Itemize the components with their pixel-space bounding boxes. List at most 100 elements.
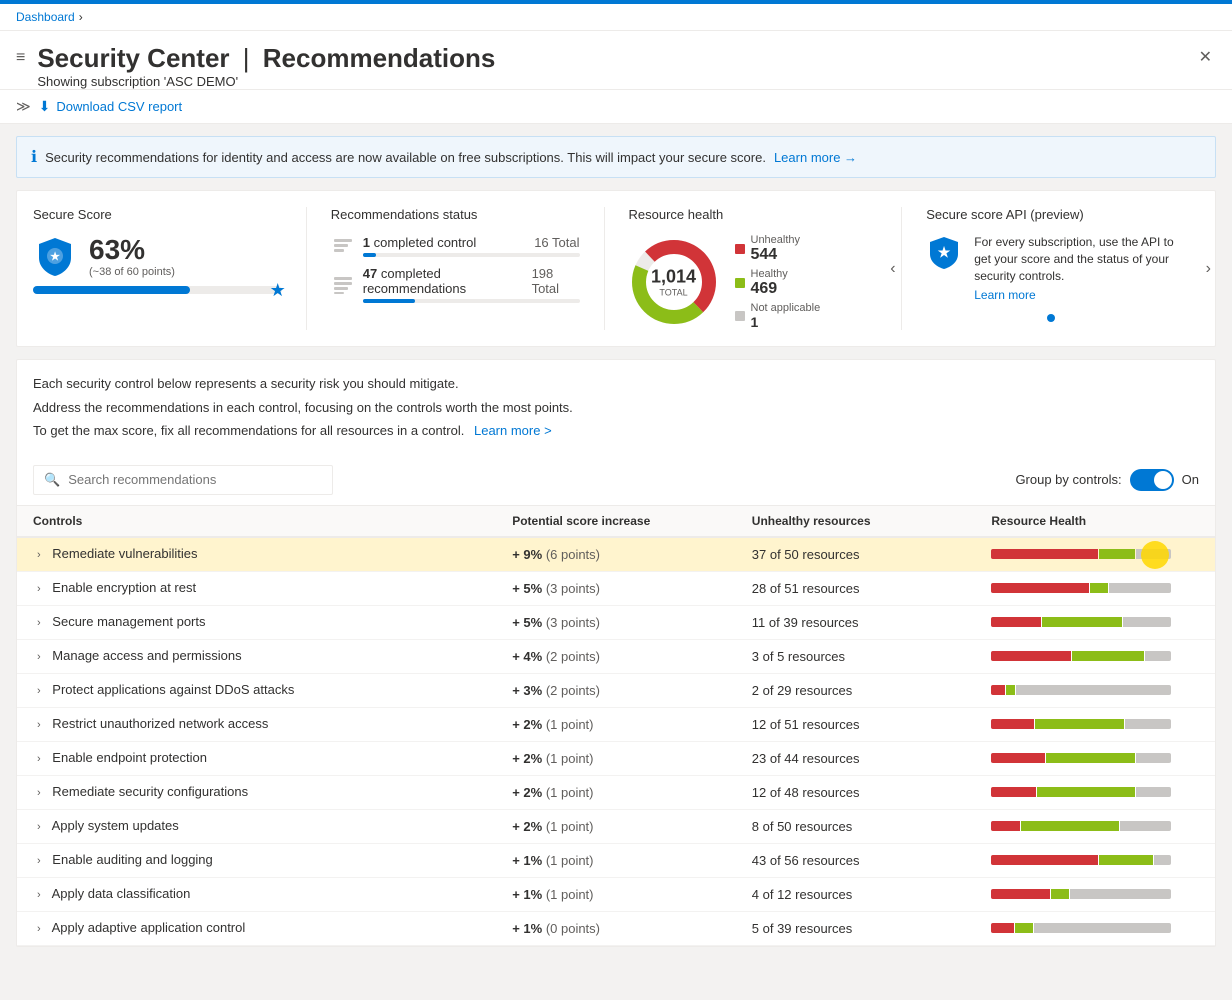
bar-gray-segment [1016,685,1171,695]
health-bar-cell [975,605,1215,639]
control-name-cell: › Enable endpoint protection [17,741,496,775]
healthy-dot [735,278,745,288]
unhealthy-resources: 4 of 12 resources [752,887,852,902]
unhealthy-dot [735,244,745,254]
cursor-indicator [1141,541,1169,569]
score-increase: + 1% [512,921,542,936]
header-menu-icon: ≡ [16,49,25,67]
metrics-section: Secure Score ★ 63% (~38 of 60 points) ★ [16,190,1216,347]
bar-gray-segment [1154,855,1172,865]
bar-red-segment [991,889,1049,899]
health-bar-cell [975,843,1215,877]
bar-green-segment [1042,617,1122,627]
bar-green-segment [1051,889,1069,899]
healthy-legend: Healthy 469 [735,268,821,298]
expand-button[interactable]: › [33,649,45,665]
unhealthy-resources: 3 of 5 resources [752,649,845,664]
control-name: Restrict unauthorized network access [52,716,268,731]
bar-red-segment [991,617,1040,627]
health-bar-cell [975,911,1215,945]
unhealthy-legend: Unhealthy 544 [735,234,821,264]
table-learn-more-link[interactable]: Learn more > [474,423,552,438]
bar-green-segment [1099,855,1152,865]
controls-progress-bar [363,253,580,257]
health-bar [991,821,1171,831]
breadcrumb: Dashboard › [0,4,1232,31]
score-cell: + 5% (3 points) [496,605,736,639]
bar-gray-segment [1125,719,1171,729]
expand-button[interactable]: › [33,921,45,937]
group-by-toggle[interactable] [1130,469,1174,491]
health-bar-wrapper [991,617,1171,627]
progress-bg [33,286,282,294]
unhealthy-count: 544 [751,246,801,264]
info-banner: ℹ Security recommendations for identity … [16,136,1216,178]
score-cell: + 2% (1 point) [496,809,736,843]
health-bar-cell [975,741,1215,775]
control-name: Apply data classification [52,886,191,901]
api-learn-more-link[interactable]: Learn more [974,288,1175,302]
controls-count: 1 completed control [363,235,476,250]
score-cell: + 1% (1 point) [496,877,736,911]
health-bar-wrapper [991,889,1171,899]
score-cell: + 2% (1 point) [496,707,736,741]
desc3-text: To get the max score, fix all recommenda… [33,423,464,438]
unhealthy-resources: 23 of 44 resources [752,751,860,766]
nav-arrows[interactable]: ≫ [16,98,31,115]
health-bar-wrapper [991,685,1171,695]
score-increase: + 2% [512,785,542,800]
secure-score-content: ★ 63% (~38 of 60 points) [33,234,282,278]
expand-button[interactable]: › [33,785,45,801]
close-button[interactable]: ✕ [1195,43,1216,71]
expand-button[interactable]: › [33,581,45,597]
bar-green-segment [1090,583,1108,593]
search-box[interactable]: 🔍 [33,465,333,495]
breadcrumb-dashboard[interactable]: Dashboard [16,10,75,24]
score-cell: + 1% (1 point) [496,843,736,877]
recs-icon [331,273,355,297]
score-increase: + 4% [512,649,542,664]
health-legend: Unhealthy 544 Healthy 469 [735,234,821,330]
expand-button[interactable]: › [33,683,45,699]
rec-status-title: Recommendations status [331,207,580,222]
table-row: › Apply adaptive application control + 1… [17,911,1215,945]
expand-button[interactable]: › [33,547,45,563]
bar-red-segment [991,583,1089,593]
group-by-label: Group by controls: [1015,472,1121,487]
score-points: (1 point) [546,819,594,834]
carousel-prev-button[interactable]: ‹ [886,256,899,282]
expand-button[interactable]: › [33,819,45,835]
health-bar [991,583,1171,593]
expand-button[interactable]: › [33,717,45,733]
bar-green-segment [1046,753,1135,763]
desc1: Each security control below represents a… [33,374,1199,394]
recs-progress-bar [363,299,580,303]
bar-green-segment [1037,787,1135,797]
bar-green-segment [1021,821,1119,831]
unhealthy-resources: 12 of 48 resources [752,785,860,800]
health-bar-wrapper [991,549,1171,559]
unhealthy-cell: 2 of 29 resources [736,673,976,707]
carousel-next-button[interactable]: › [1202,256,1215,282]
health-bar [991,923,1171,933]
download-csv-button[interactable]: ⬇ Download CSV report [39,98,182,115]
healthy-count: 469 [751,280,788,298]
expand-button[interactable]: › [33,615,45,631]
score-increase: + 1% [512,853,542,868]
table-body: › Remediate vulnerabilities + 9% (6 poin… [17,537,1215,946]
score-points: (3 points) [546,615,600,630]
expand-button[interactable]: › [33,853,45,869]
search-icon: 🔍 [44,472,60,488]
score-points: (2 points) [546,683,600,698]
health-bar [991,889,1171,899]
bar-gray-segment [1070,889,1172,899]
control-name-cell: › Apply system updates [17,809,496,843]
expand-button[interactable]: › [33,751,45,767]
bar-gray-segment [1136,753,1172,763]
health-bar-wrapper [991,821,1171,831]
expand-button[interactable]: › [33,887,45,903]
score-percentage: 63% [89,234,175,266]
banner-learn-more-link[interactable]: Learn more → [774,150,857,165]
info-icon: ℹ [31,147,37,167]
search-input[interactable] [68,472,322,487]
